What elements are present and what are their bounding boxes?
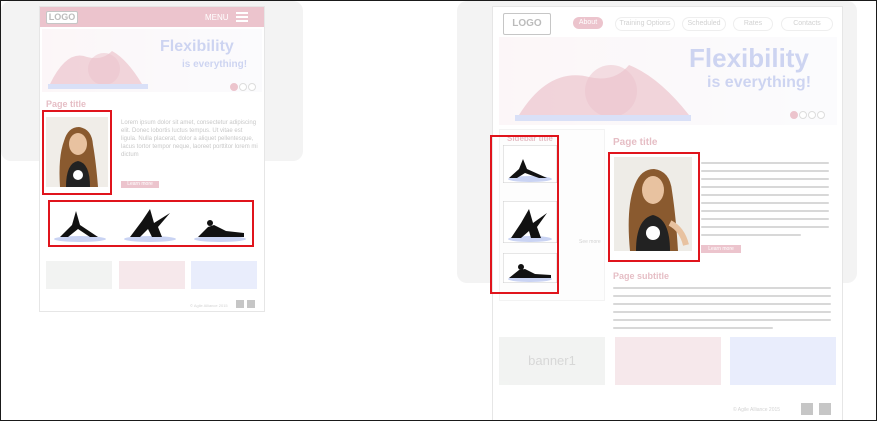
highlight-box-desktop-photo — [608, 152, 700, 262]
mobile-footer-copyright: © Agile Alliance 2015 — [190, 303, 228, 308]
desktop-hero-subtitle: is everything! — [707, 74, 812, 91]
highlight-box-yoga — [48, 200, 254, 247]
carousel-dot[interactable] — [230, 83, 238, 91]
mobile-page-title: Page title — [46, 99, 87, 109]
linkedin-icon[interactable] — [801, 403, 813, 415]
carousel-dot[interactable] — [790, 111, 798, 119]
banner-pink[interactable] — [119, 261, 185, 289]
carousel-dot[interactable] — [817, 111, 825, 119]
carousel-dot[interactable] — [799, 111, 807, 119]
hero-yoga-image — [48, 51, 148, 89]
mobile-hero-subtitle: is everything! — [182, 59, 248, 70]
desktop-banner-grey[interactable]: banner1 — [499, 337, 605, 385]
carousel-dot[interactable] — [248, 83, 256, 91]
mobile-hero-title: Flexibility — [160, 38, 234, 55]
desktop-footer-copyright: © Agile Alliance 2015 — [733, 407, 781, 413]
nav-item-contacts[interactable]: Contacts — [781, 17, 833, 31]
banner-blue[interactable] — [191, 261, 257, 289]
desktop-learn-more-button[interactable]: Learn more — [701, 245, 741, 253]
mobile-learn-more-button[interactable]: Learn more — [121, 181, 159, 188]
canvas: LOGO MENU Flexibility is everything! Pag… — [0, 0, 877, 421]
nav-item-training-options[interactable]: Training Options — [615, 17, 675, 31]
nav-item-about[interactable]: About — [573, 17, 603, 29]
mobile-mockup: LOGO MENU Flexibility is everything! Pag… — [39, 6, 265, 312]
desktop-hero-title: Flexibility — [689, 43, 809, 73]
highlight-box-photo — [42, 110, 112, 195]
desktop-logo[interactable]: LOGO — [503, 13, 551, 35]
linkedin-icon[interactable] — [236, 300, 244, 308]
desktop-hero-yoga-image — [515, 65, 691, 121]
banner-grey[interactable] — [46, 261, 112, 289]
desktop-banner-blue[interactable] — [730, 337, 836, 385]
mobile-logo[interactable]: LOGO — [46, 11, 78, 24]
desktop-banner-pink[interactable] — [615, 337, 721, 385]
nav-item-rates[interactable]: Rates — [733, 17, 773, 31]
desktop-page-subtitle: Page subtitle — [613, 271, 670, 281]
desktop-page-title: Page title — [613, 137, 658, 148]
carousel-dot[interactable] — [808, 111, 816, 119]
hamburger-menu-icon[interactable] — [236, 12, 248, 22]
nav-item-scheduled[interactable]: Scheduled — [682, 17, 726, 31]
carousel-dot[interactable] — [239, 83, 247, 91]
menu-label[interactable]: MENU — [205, 13, 229, 22]
desktop-mockup: LOGO About Training Options Scheduled Ra… — [490, 6, 843, 420]
sidebar-see-more-link[interactable]: See more — [579, 239, 601, 245]
facebook-icon[interactable] — [247, 300, 255, 308]
highlight-box-sidebar — [490, 135, 559, 294]
facebook-icon[interactable] — [819, 403, 831, 415]
mobile-body-text: Lorem ipsum dolor sit amet, consectetur … — [121, 120, 258, 158]
